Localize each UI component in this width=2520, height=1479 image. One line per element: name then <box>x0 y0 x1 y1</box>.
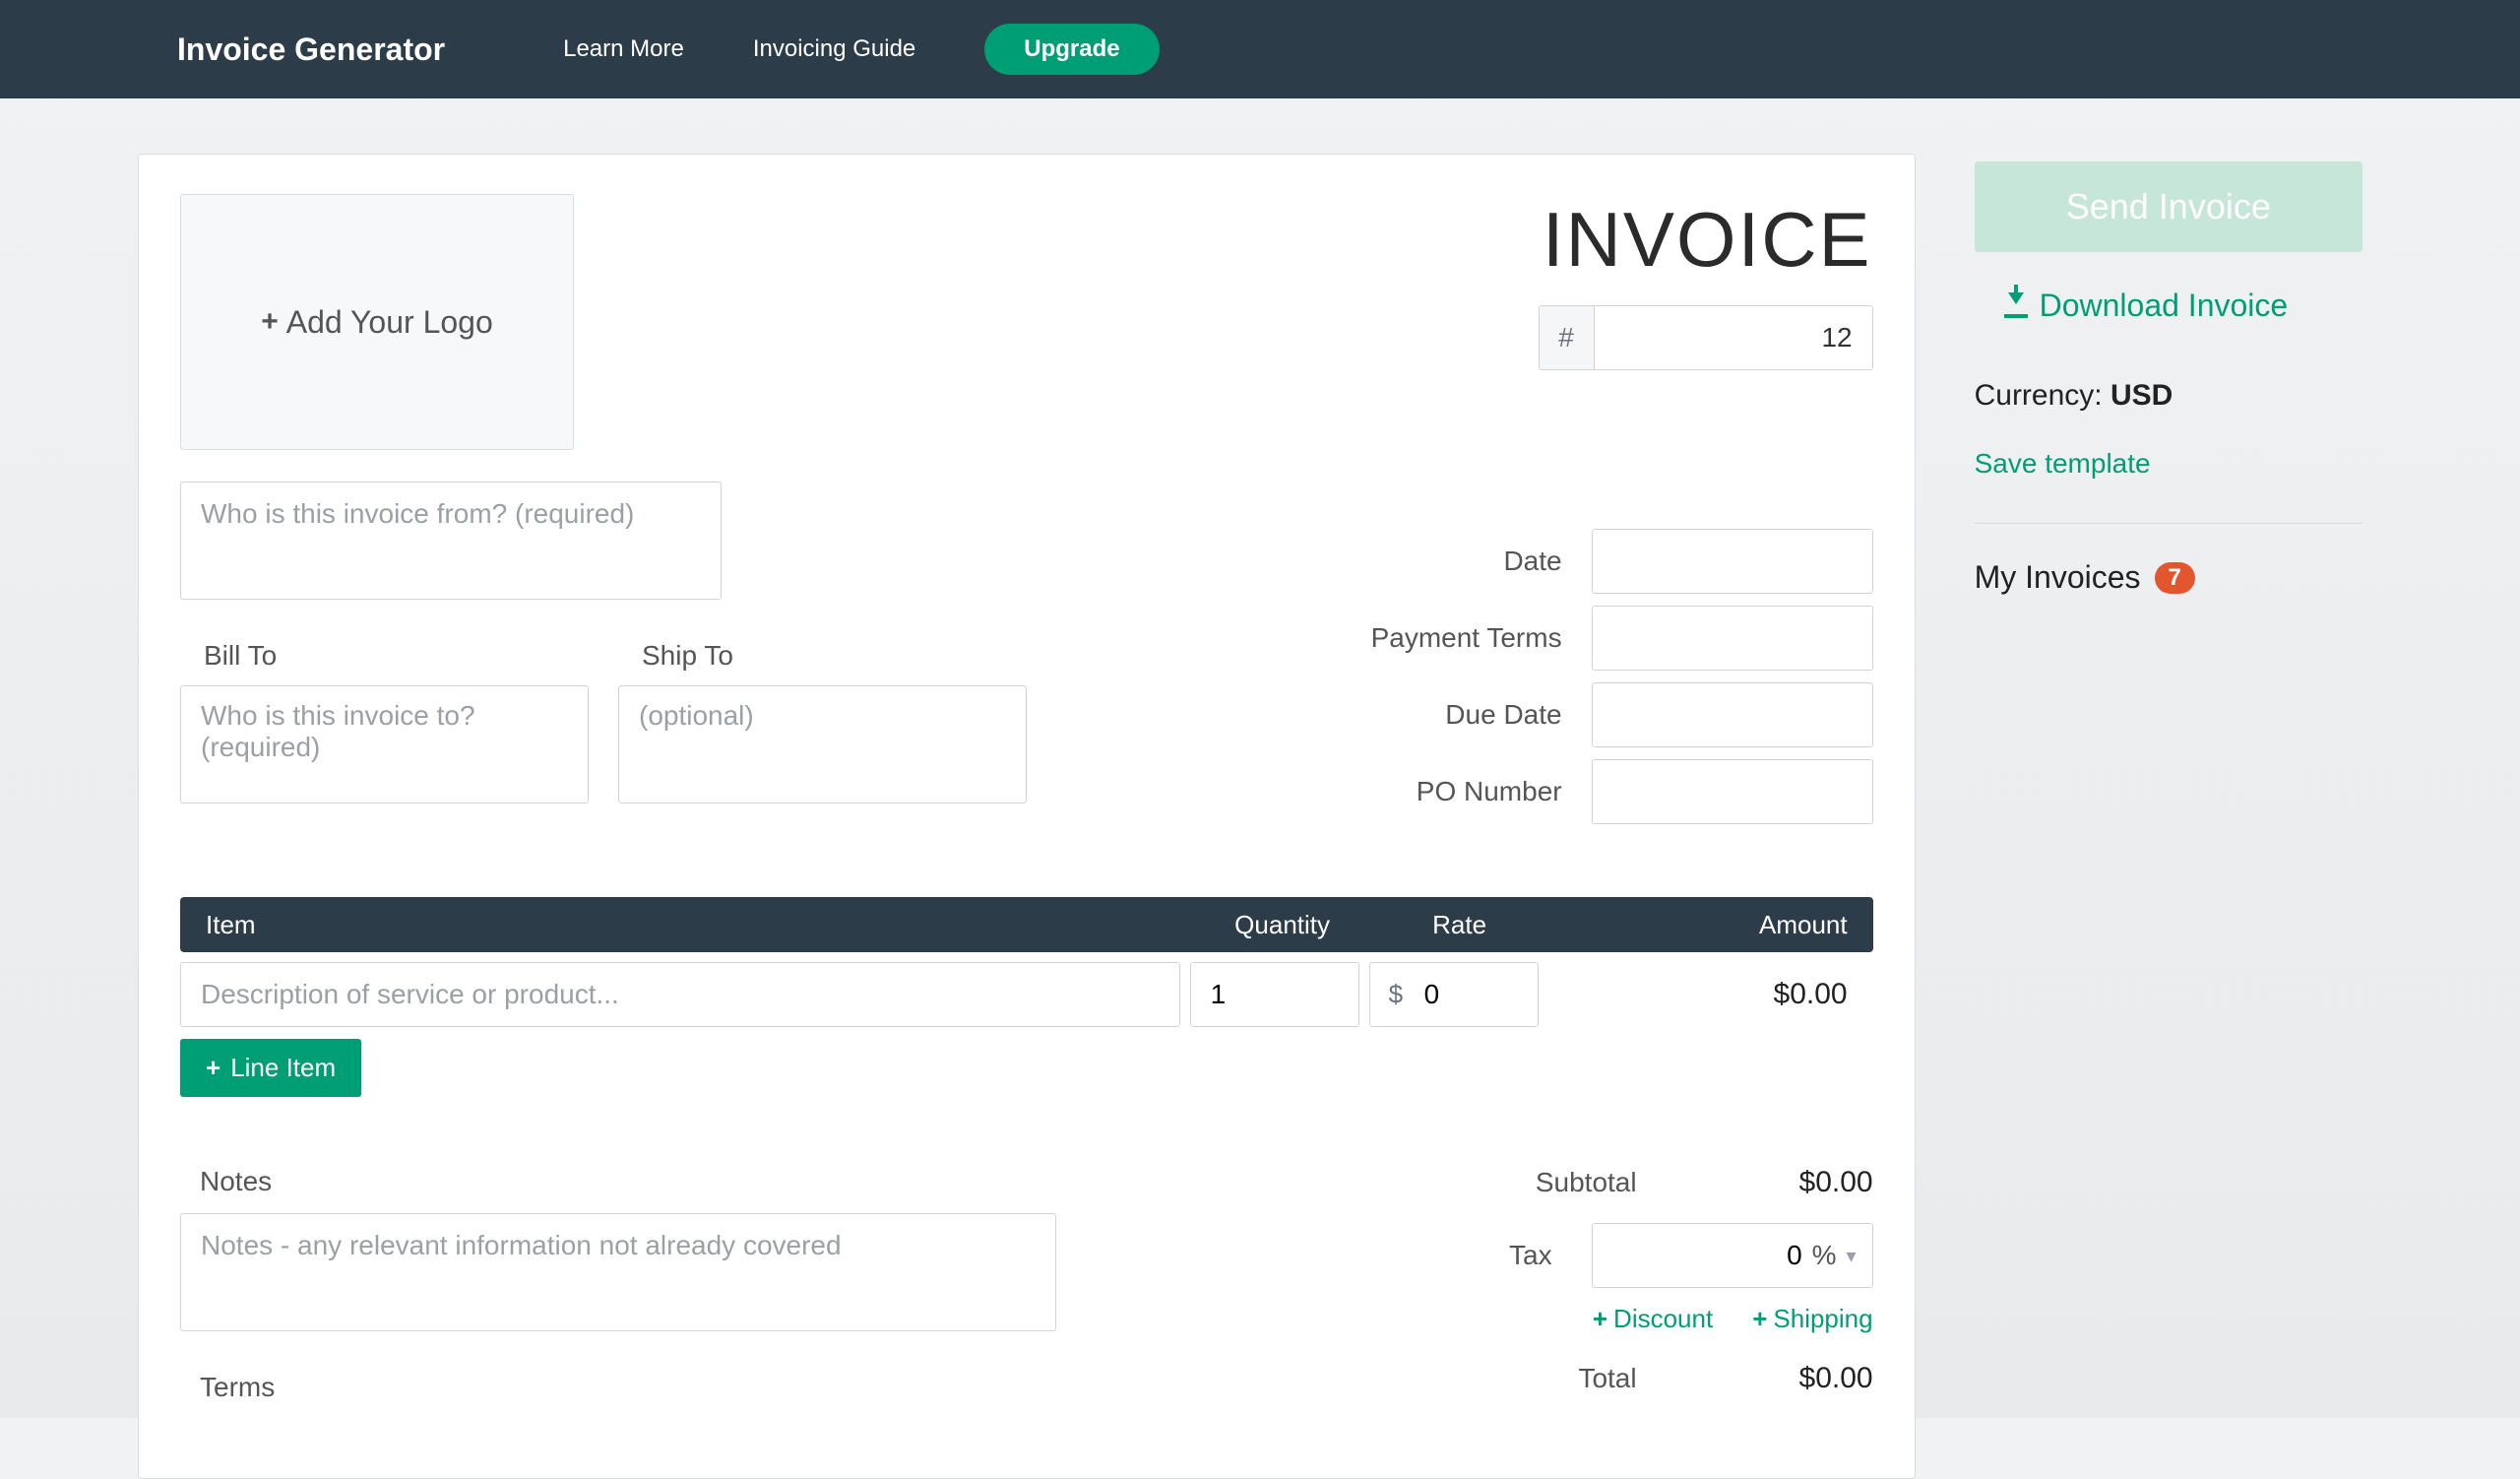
bottom-row: Notes Terms Subtotal $0.00 Tax % ▾ <box>180 1166 1873 1419</box>
bill-to-input[interactable] <box>180 685 589 804</box>
currency-value: USD <box>2110 379 2173 412</box>
tax-label: Tax <box>1509 1240 1552 1271</box>
notes-input[interactable] <box>180 1213 1056 1331</box>
plus-icon: + <box>1752 1304 1767 1334</box>
item-qty-input[interactable] <box>1190 962 1359 1027</box>
rate-wrap: $ <box>1369 962 1539 1027</box>
add-line-item-button[interactable]: + Line Item <box>180 1039 361 1097</box>
total-label: Total <box>1578 1363 1636 1394</box>
item-amount: $0.00 <box>1548 978 1873 1011</box>
invoice-title-wrap: # <box>1381 194 1873 370</box>
total-row: Total $0.00 <box>1283 1362 1873 1395</box>
date-input[interactable] <box>1592 529 1873 594</box>
currency-label: Currency: <box>1975 379 2110 412</box>
meta-due-row <box>1207 682 1873 747</box>
subtotal-value: $0.00 <box>1676 1166 1873 1199</box>
plus-icon: + <box>261 305 279 339</box>
po-number-input[interactable] <box>1592 759 1873 824</box>
save-template-button[interactable]: Save template <box>1975 448 2362 480</box>
invoice-top-row: + Add Your Logo # <box>180 194 1873 450</box>
invoice-number-prefix: # <box>1539 305 1594 370</box>
add-logo-label: Add Your Logo <box>286 304 493 341</box>
plus-icon: + <box>206 1053 220 1083</box>
invoice-card: + Add Your Logo # <box>138 154 1916 1479</box>
nav-invoicing-guide[interactable]: Invoicing Guide <box>753 35 915 63</box>
meta-block <box>1207 529 1873 836</box>
add-logo-button[interactable]: + Add Your Logo <box>180 194 574 450</box>
due-date-input[interactable] <box>1592 682 1873 747</box>
top-nav: Invoice Generator Learn More Invoicing G… <box>0 0 2520 98</box>
subtotal-label: Subtotal <box>1536 1167 1637 1198</box>
add-shipping-button[interactable]: + Shipping <box>1752 1304 1872 1334</box>
add-discount-button[interactable]: + Discount <box>1593 1304 1713 1334</box>
item-row: $ $0.00 <box>180 962 1873 1027</box>
extras-row: + Discount + Shipping <box>1283 1304 1873 1334</box>
header-qty: Quantity <box>1194 910 1371 940</box>
subtotal-row: Subtotal $0.00 <box>1283 1166 1873 1199</box>
item-description-input[interactable] <box>180 962 1180 1027</box>
from-input[interactable] <box>180 482 722 600</box>
bill-to-label[interactable] <box>180 640 589 672</box>
invoice-number-input[interactable] <box>1594 305 1873 370</box>
currency-selector[interactable]: Currency: USD <box>1975 379 2362 413</box>
tax-input[interactable] <box>1674 1240 1802 1271</box>
header-item: Item <box>180 910 1194 940</box>
invoice-number-row: # <box>1381 305 1873 370</box>
bill-to-col <box>180 640 589 808</box>
totals-col: Subtotal $0.00 Tax % ▾ + Discount <box>1283 1166 1873 1419</box>
payment-terms-label[interactable] <box>1207 622 1562 654</box>
terms-label: Terms <box>180 1372 1204 1403</box>
brand: Invoice Generator <box>177 32 445 68</box>
add-line-label: Line Item <box>230 1053 336 1083</box>
ship-to-label[interactable] <box>618 640 1027 672</box>
invoice-title-input[interactable] <box>1381 194 1873 286</box>
sidebar: Send Invoice Download Invoice Currency: … <box>1975 154 2362 1479</box>
nav-learn-more[interactable]: Learn More <box>563 35 684 63</box>
plus-icon: + <box>1593 1304 1607 1334</box>
download-icon <box>2004 294 2028 318</box>
header-amount: Amount <box>1548 910 1873 940</box>
invoice-count-badge: 7 <box>2155 562 2195 594</box>
divider <box>1975 523 2362 524</box>
items-header: Item Quantity Rate Amount <box>180 897 1873 952</box>
date-label[interactable] <box>1207 546 1562 577</box>
meta-date-row <box>1207 529 1873 594</box>
currency-symbol: $ <box>1389 980 1403 1010</box>
meta-terms-row <box>1207 606 1873 671</box>
due-date-label[interactable] <box>1207 699 1562 731</box>
download-invoice-button[interactable]: Download Invoice <box>2004 288 2362 324</box>
notes-col: Notes Terms <box>180 1166 1204 1419</box>
tax-suffix: % <box>1812 1240 1837 1271</box>
header-rate: Rate <box>1371 910 1548 940</box>
my-invoices-button[interactable]: My Invoices 7 <box>1975 559 2362 596</box>
notes-label: Notes <box>180 1166 1204 1197</box>
meta-po-row <box>1207 759 1873 824</box>
payment-terms-input[interactable] <box>1592 606 1873 671</box>
upgrade-button[interactable]: Upgrade <box>984 24 1159 75</box>
send-invoice-button[interactable]: Send Invoice <box>1975 161 2362 252</box>
ship-to-input[interactable] <box>618 685 1027 804</box>
ship-to-col <box>618 640 1027 808</box>
tax-input-wrap[interactable]: % ▾ <box>1592 1223 1873 1288</box>
page-body: + Add Your Logo # <box>0 98 2520 1479</box>
nav-links: Learn More Invoicing Guide Upgrade <box>563 24 1160 75</box>
po-number-label[interactable] <box>1207 776 1562 807</box>
tax-row: Tax % ▾ <box>1283 1223 1873 1288</box>
chevron-down-icon[interactable]: ▾ <box>1847 1244 1857 1268</box>
total-value: $0.00 <box>1676 1362 1873 1395</box>
my-invoices-label: My Invoices <box>1975 559 2141 596</box>
